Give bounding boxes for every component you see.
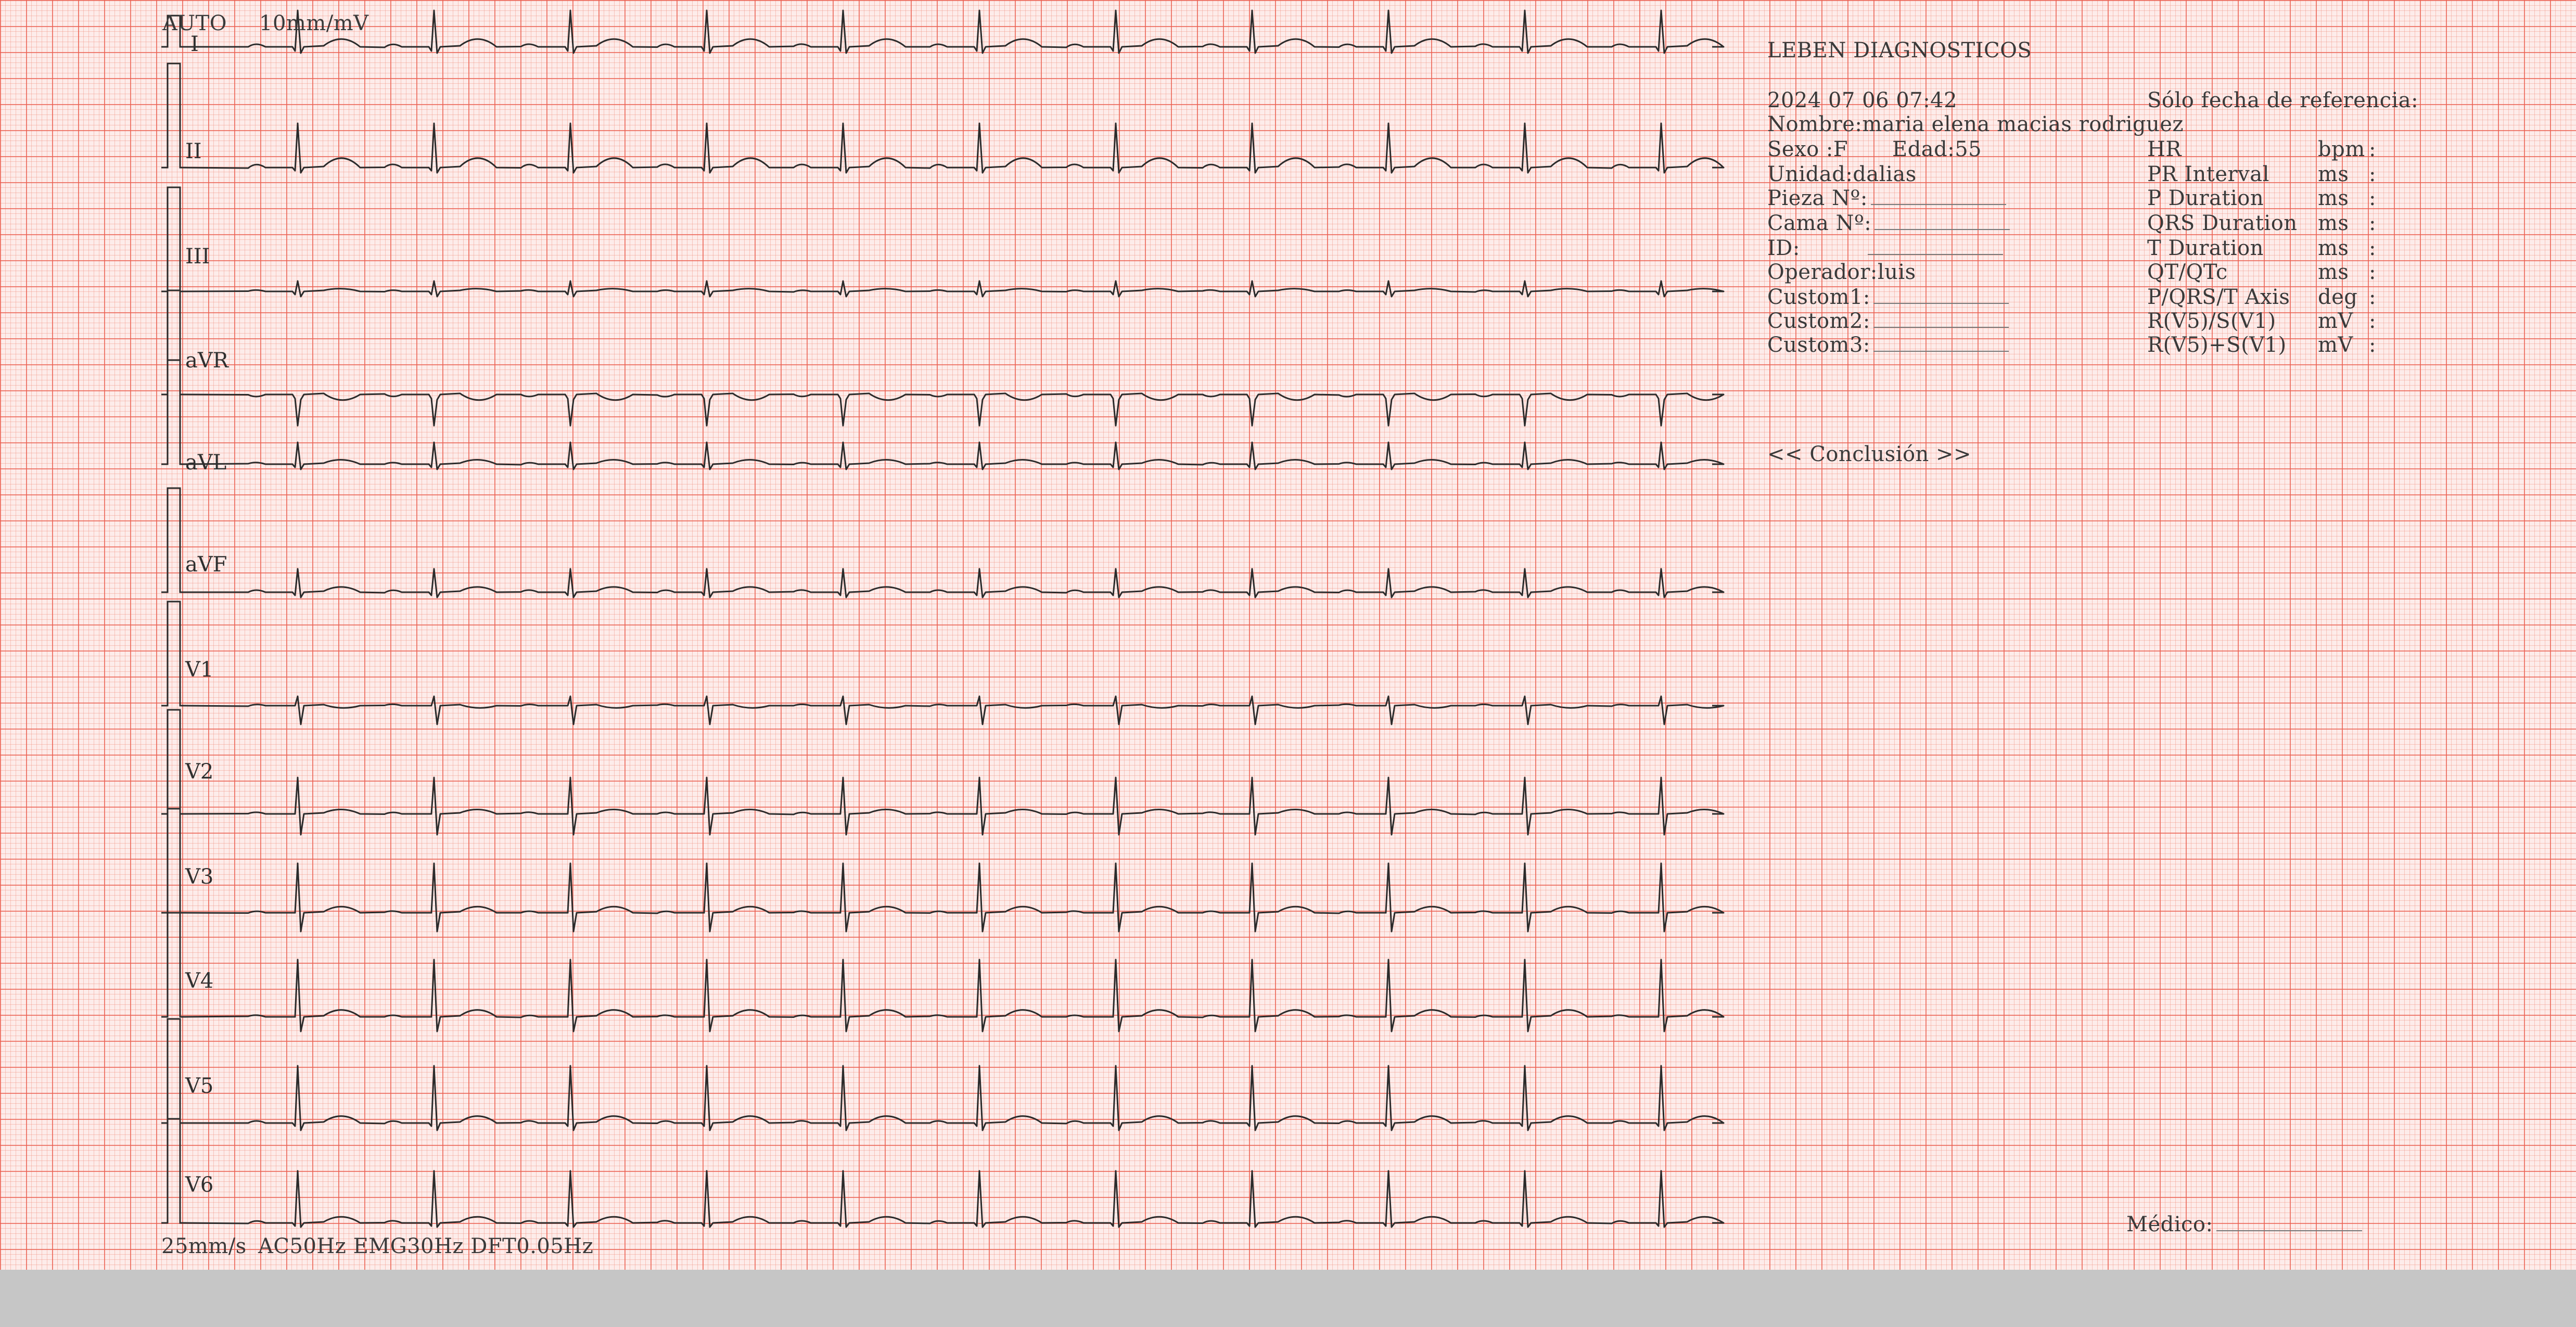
- patient-room-field: Pieza Nº:: [1767, 186, 2006, 210]
- calibration-pulse: [161, 1018, 186, 1124]
- measurement-unit: ms: [2318, 236, 2349, 260]
- custom1-field: Custom1:: [1767, 285, 2009, 309]
- calibration-pulse: [161, 709, 186, 815]
- measurement-sep: :: [2369, 260, 2376, 284]
- measurement-label: PR Interval: [2147, 162, 2269, 186]
- custom2-field: Custom2:: [1767, 309, 2009, 333]
- ecg-lead-trace: [182, 9, 1725, 54]
- calibration-pulse: [161, 186, 186, 292]
- measurement-unit: ms: [2318, 162, 2349, 186]
- filter-settings: AC50Hz EMG30Hz DFT0.05Hz: [258, 1234, 594, 1258]
- measurement-label: QT/QTc: [2147, 260, 2228, 284]
- patient-id-field: ID:: [1767, 236, 2003, 260]
- calibration-pulse: [161, 289, 186, 395]
- lead-label: V1: [185, 658, 214, 682]
- measurement-label: R(V5)+S(V1): [2147, 333, 2287, 357]
- measurement-label: R(V5)/S(V1): [2147, 309, 2276, 333]
- measurement-sep: :: [2369, 285, 2376, 309]
- gain-label: 10mm/mV: [259, 11, 369, 35]
- measurement-label: P/QRS/T Axis: [2147, 285, 2290, 309]
- scanner-background: [0, 1270, 2576, 1327]
- lead-label: V2: [185, 760, 214, 784]
- lead-label: III: [185, 245, 210, 269]
- measurement-sep: :: [2369, 236, 2376, 260]
- institution-name: LEBEN DIAGNOSTICOS: [1767, 39, 2032, 62]
- measurement-unit: mV: [2318, 309, 2353, 333]
- ecg-lead-trace: [182, 280, 1725, 298]
- measurement-label: HR: [2147, 137, 2182, 161]
- calibration-pulse: [161, 1118, 186, 1224]
- ecg-lead-trace: [182, 776, 1725, 836]
- measurement-sep: :: [2369, 211, 2376, 235]
- calibration-pulse: [161, 601, 186, 707]
- patient-name: Nombre:maria elena macias rodriguez: [1767, 112, 2184, 136]
- paper-speed: 25mm/s: [161, 1234, 247, 1258]
- lead-label: II: [185, 139, 202, 163]
- measurement-label: T Duration: [2147, 236, 2264, 260]
- measurement-sep: :: [2369, 333, 2376, 357]
- patient-unit: Unidad:dalias: [1767, 162, 1917, 186]
- calibration-pulse: [161, 912, 186, 1018]
- calibration-pulse: [161, 487, 186, 593]
- lead-label: I: [190, 32, 199, 56]
- measurement-label: P Duration: [2147, 186, 2264, 210]
- patient-bed-field: Cama Nº:: [1767, 211, 2010, 235]
- record-datetime: 2024 07 06 07:42: [1767, 88, 1958, 112]
- calibration-pulse: [161, 808, 186, 914]
- lead-label: V5: [185, 1074, 214, 1098]
- lead-label: V3: [185, 865, 214, 889]
- measurement-sep: :: [2369, 186, 2376, 210]
- custom3-field: Custom3:: [1767, 333, 2009, 357]
- calibration-pulse: [161, 62, 186, 169]
- measurement-unit: ms: [2318, 186, 2349, 210]
- ecg-lead-trace: [182, 695, 1725, 725]
- measurement-sep: :: [2369, 137, 2376, 161]
- physician-signature-field: Médico:: [2126, 1213, 2362, 1236]
- measurement-unit: mV: [2318, 333, 2353, 357]
- reference-note: Sólo fecha de referencia:: [2147, 88, 2419, 112]
- ecg-lead-trace: [182, 1170, 1725, 1228]
- patient-sex: Sexo :F: [1767, 137, 1848, 161]
- measurement-unit: deg: [2318, 285, 2358, 309]
- lead-label: V6: [185, 1173, 214, 1197]
- ecg-lead-trace: [182, 959, 1725, 1032]
- measurement-sep: :: [2369, 309, 2376, 333]
- lead-label: V4: [185, 969, 214, 993]
- ecg-lead-trace: [182, 122, 1725, 174]
- measurement-unit: ms: [2318, 211, 2349, 235]
- calibration-pulse: [161, 359, 186, 465]
- ecg-lead-trace: [182, 392, 1725, 427]
- ecg-lead-trace: [182, 441, 1725, 470]
- lead-label: aVL: [185, 451, 227, 475]
- measurement-label: QRS Duration: [2147, 211, 2298, 235]
- ecg-lead-trace: [182, 1065, 1725, 1131]
- ecg-lead-trace: [182, 862, 1725, 933]
- conclusion-heading: << Conclusión >>: [1767, 442, 1972, 466]
- lead-label: aVR: [185, 349, 228, 373]
- measurement-sep: :: [2369, 162, 2376, 186]
- patient-age: Edad:55: [1892, 137, 1982, 161]
- lead-label: aVF: [185, 553, 227, 577]
- measurement-unit: bpm: [2318, 137, 2365, 161]
- measurement-unit: ms: [2318, 260, 2349, 284]
- operator: Operador:luis: [1767, 260, 1916, 284]
- ecg-lead-trace: [182, 568, 1725, 598]
